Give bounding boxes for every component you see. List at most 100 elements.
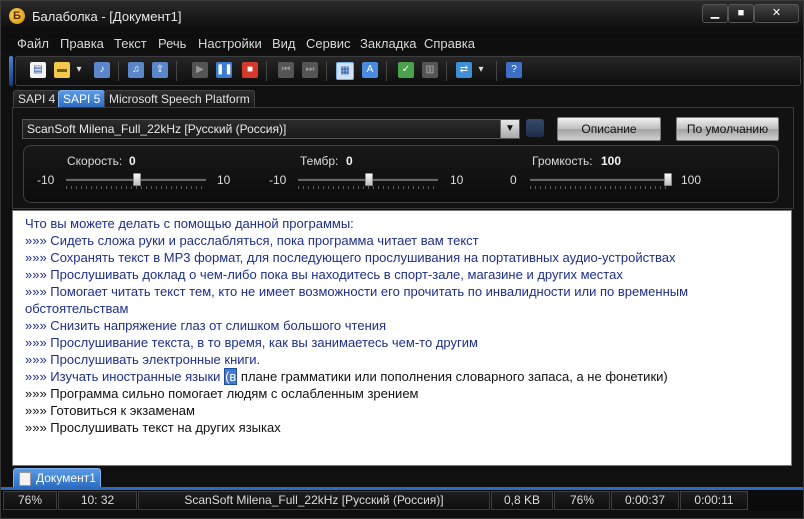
tab-sapi5[interactable]: SAPI 5 — [58, 90, 106, 108]
status-size: 0,8 KB — [491, 491, 553, 510]
volume-min-label: 0 — [510, 173, 517, 187]
menu-help[interactable]: Справка — [424, 36, 475, 51]
text-line: »»» Прослушивать доклад о чем-либо пока … — [25, 267, 623, 282]
menu-view[interactable]: Вид — [272, 36, 296, 51]
maximize-button[interactable]: ■ — [728, 4, 754, 23]
speed-value: 0 — [129, 154, 136, 168]
toolbar-separator — [118, 61, 119, 81]
menu-bar: Файл Правка Текст Речь Настройки Вид Сер… — [1, 33, 803, 53]
volume-ticks — [530, 186, 670, 189]
pause-icon[interactable]: ❚❚ — [216, 62, 233, 78]
close-button[interactable]: ✕ — [754, 4, 799, 23]
convert-dropdown-icon[interactable]: ▾ — [476, 62, 486, 78]
window-title: Балаболка - [Документ1] — [32, 9, 182, 24]
menu-settings[interactable]: Настройки — [198, 36, 262, 51]
skip-back-icon[interactable]: ⏮ — [278, 62, 294, 78]
text-line: »»» Прослушивание текста, в то время, ка… — [25, 335, 478, 350]
status-position: 10: 32 — [58, 491, 137, 510]
title-bar: Б Балаболка - [Документ1] ▁ ■ ✕ — [1, 1, 803, 31]
open-folder-icon[interactable]: ▬ — [54, 62, 70, 78]
text-line: обстоятельствам — [25, 301, 129, 316]
toolbar-separator — [176, 61, 177, 81]
speed-max-label: 10 — [217, 173, 231, 187]
volume-value: 100 — [601, 154, 622, 168]
play-icon[interactable]: ▶ — [192, 62, 208, 78]
pitch-value: 0 — [346, 154, 353, 168]
describe-button[interactable]: Описание — [557, 117, 661, 141]
menu-speech[interactable]: Речь — [158, 36, 186, 51]
menu-edit[interactable]: Правка — [60, 36, 104, 51]
pitch-max-label: 10 — [450, 173, 464, 187]
volume-max-label: 100 — [681, 173, 702, 187]
text-editor[interactable]: Что вы можете делать с помощью данной пр… — [12, 210, 792, 466]
spell-check-icon[interactable]: ✓ — [398, 62, 414, 78]
minimize-button[interactable]: ▁ — [702, 4, 728, 23]
stop-icon[interactable]: ■ — [242, 62, 258, 78]
text-line: »»» Снизить напряжение глаз от слишком б… — [25, 318, 387, 333]
chevron-down-icon[interactable]: ▼ — [500, 120, 519, 138]
status-progress: 76% — [554, 491, 610, 510]
voice-select-value: ScanSoft Milena_Full_22kHz [Русский (Рос… — [27, 122, 287, 136]
text-line: »»» Готовиться к экзаменам — [25, 403, 195, 418]
clipboard-icon[interactable]: ▥ — [422, 62, 438, 78]
tab-document[interactable]: Документ1 — [13, 468, 101, 489]
speed-label: Скорость: — [67, 154, 123, 168]
text-line: »»» Программа сильно помогает людям с ос… — [25, 386, 419, 401]
pitch-ticks — [298, 186, 438, 189]
dictionary-icon[interactable]: A — [362, 62, 378, 78]
document-icon — [19, 472, 31, 486]
pitch-slider-thumb[interactable] — [365, 173, 373, 186]
volume-slider-thumb[interactable] — [664, 173, 672, 186]
save-audio-split-icon[interactable]: ♫ — [128, 62, 144, 78]
menu-tools[interactable]: Сервис — [306, 36, 351, 51]
convert-icon[interactable]: ⇄ — [456, 62, 472, 78]
menu-text[interactable]: Текст — [114, 36, 147, 51]
text-line: »»» Сохранять текст в MP3 формат, для по… — [25, 250, 676, 265]
menu-bookmark[interactable]: Закладка — [360, 36, 417, 51]
speed-ticks — [66, 186, 206, 189]
tab-microsoft-speech-platform[interactable]: Microsoft Speech Platform — [104, 90, 255, 108]
toolbar-separator — [266, 61, 267, 81]
skip-forward-icon[interactable]: ⏭ — [302, 62, 318, 78]
save-audio-icon[interactable]: ♪ — [94, 62, 110, 78]
default-button[interactable]: По умолчанию — [676, 117, 779, 141]
text-line: Что вы можете делать с помощью данной пр… — [25, 216, 354, 231]
status-bar: 76% 10: 32 ScanSoft Milena_Full_22kHz [Р… — [1, 490, 803, 511]
text-line: »»» Сидеть сложа руки и расслабляться, п… — [25, 233, 479, 248]
text-line-before: »»» Изучать иностранные языки — [25, 369, 225, 384]
text-line-after: плане грамматики или пополнения словарно… — [237, 369, 668, 384]
pitch-label: Тембр: — [300, 154, 339, 168]
toolbar-separator — [446, 61, 447, 81]
tab-sapi4[interactable]: SAPI 4 — [13, 90, 61, 108]
pitch-min-label: -10 — [269, 173, 287, 187]
text-selection: (в — [224, 368, 238, 385]
text-line-current: »»» Изучать иностранные языки (в плане г… — [25, 368, 668, 385]
document-tab-label: Документ1 — [36, 471, 96, 485]
menu-file[interactable]: Файл — [17, 36, 49, 51]
toolbar-separator — [386, 61, 387, 81]
help-icon[interactable]: ? — [506, 62, 522, 78]
new-document-icon[interactable]: ▤ — [30, 62, 46, 78]
toolbar: ▤ ▬ ▾ ♪ ♫ ⇪ ▶ ❚❚ ■ ⏮ ⏭ ▦ A ✓ ▥ ⇄ ▾ ? — [15, 56, 801, 86]
status-zoom: 76% — [3, 491, 57, 510]
voice-config-button[interactable] — [526, 119, 544, 137]
open-dropdown-icon[interactable]: ▾ — [74, 62, 84, 78]
speed-slider-thumb[interactable] — [133, 173, 141, 186]
slider-group: Скорость: 0 -10 10 Тембр: 0 -10 10 Громк… — [23, 145, 779, 203]
app-window: Б Балаболка - [Документ1] ▁ ■ ✕ Файл Пра… — [0, 0, 804, 519]
status-voice: ScanSoft Milena_Full_22kHz [Русский (Рос… — [138, 491, 490, 510]
toolbar-separator — [496, 61, 497, 81]
text-line: »»» Прослушивать электронные книги. — [25, 352, 261, 367]
voice-settings-icon[interactable]: ▦ — [336, 62, 354, 80]
volume-label: Громкость: — [532, 154, 593, 168]
volume-slider[interactable] — [530, 178, 670, 181]
status-elapsed: 0:00:37 — [611, 491, 679, 510]
status-remaining: 0:00:11 — [680, 491, 748, 510]
text-line: »»» Прослушивать текст на других языках — [25, 420, 281, 435]
text-line: »»» Помогает читать текст тем, кто не им… — [25, 284, 689, 299]
speed-min-label: -10 — [37, 173, 55, 187]
balabolka-app-icon[interactable]: Б — [9, 8, 25, 24]
toolbar-grip[interactable] — [9, 56, 13, 86]
export-icon[interactable]: ⇪ — [152, 62, 168, 78]
voice-select[interactable]: ScanSoft Milena_Full_22kHz [Русский (Рос… — [22, 119, 520, 139]
